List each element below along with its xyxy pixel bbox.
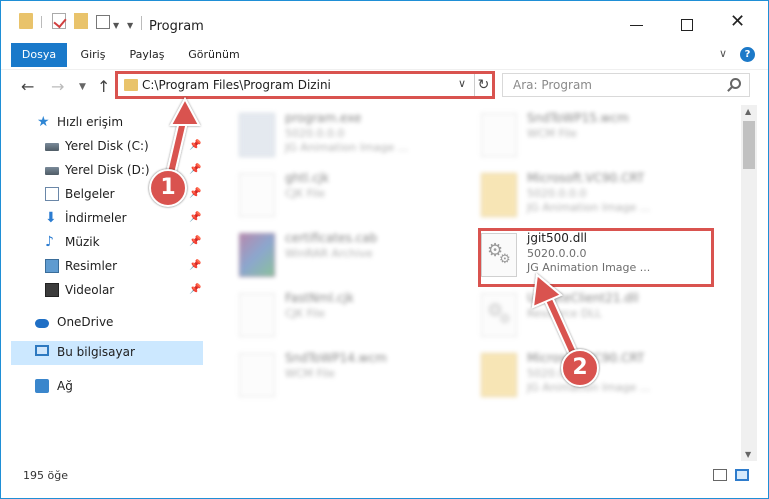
vertical-scrollbar[interactable]: ▲ ▼ xyxy=(741,105,757,461)
search-input[interactable]: Ara: Program xyxy=(502,73,750,97)
folder-icon[interactable] xyxy=(19,13,33,29)
window-title: Program xyxy=(149,19,204,34)
pin-icon[interactable]: 📌 xyxy=(189,284,201,295)
search-placeholder: Ara: Program xyxy=(513,78,592,92)
status-bar: 195 öğe xyxy=(1,463,768,491)
network-icon xyxy=(35,379,49,393)
sidebar-item-music[interactable]: ♪ Müzik 📌 xyxy=(11,231,203,255)
list-item[interactable]: SndToWP14.wcm WCM File xyxy=(231,347,471,405)
chevron-down-icon[interactable]: ▼ xyxy=(113,21,119,39)
drive-icon xyxy=(45,143,59,151)
videos-icon xyxy=(45,283,59,297)
close-button[interactable]: ✕ xyxy=(730,13,745,31)
file-highlight-box xyxy=(478,228,714,287)
pin-icon[interactable]: 📌 xyxy=(189,164,201,175)
pin-icon[interactable]: 📌 xyxy=(189,140,201,151)
list-item[interactable]: SndToWP15.wcm WCM File xyxy=(473,107,713,165)
help-button[interactable]: ? xyxy=(740,47,755,62)
details-view-icon[interactable] xyxy=(713,469,727,481)
customize-toolbar-icon[interactable]: ▼ xyxy=(127,21,133,39)
winrar-icon xyxy=(239,233,275,277)
expand-ribbon-icon[interactable]: ∨ xyxy=(719,47,727,60)
address-path[interactable]: C:\Program Files\Program Dizini xyxy=(142,78,331,92)
computer-icon xyxy=(35,345,49,356)
pin-icon[interactable]: 📌 xyxy=(189,212,201,223)
list-item[interactable]: UpdateClient21.dll Resource DLL xyxy=(473,287,713,345)
explorer-window: ▼ ▼ Program ✕ Dosya Giriş Paylaş Görünüm… xyxy=(0,0,769,499)
properties-check-icon[interactable] xyxy=(52,13,66,29)
sidebar-item-onedrive[interactable]: OneDrive xyxy=(11,311,203,335)
new-folder-icon[interactable] xyxy=(74,13,88,29)
forward-arrow-icon[interactable]: → xyxy=(51,77,64,96)
rename-icon[interactable] xyxy=(96,15,110,29)
dll-icon xyxy=(481,293,517,337)
sidebar-item-videos[interactable]: Videolar 📌 xyxy=(11,279,203,303)
ribbon-tabs: Dosya Giriş Paylaş Görünüm xyxy=(1,43,768,67)
search-icon[interactable] xyxy=(730,78,741,89)
scroll-thumb[interactable] xyxy=(743,121,755,169)
recent-locations-icon[interactable]: ▼ xyxy=(79,82,86,92)
pin-icon[interactable]: 📌 xyxy=(189,188,201,199)
drive-icon xyxy=(45,167,59,175)
file-icon xyxy=(239,353,275,397)
documents-icon xyxy=(45,187,59,201)
large-icons-view-icon[interactable] xyxy=(735,469,749,481)
scroll-down-icon[interactable]: ▼ xyxy=(745,450,751,459)
download-icon: ⬇ xyxy=(45,210,57,226)
sidebar-item-downloads[interactable]: ⬇ İndirmeler 📌 xyxy=(11,207,203,231)
step-badge-1: 1 xyxy=(149,169,187,207)
music-icon: ♪ xyxy=(45,234,54,250)
back-arrow-icon[interactable]: ← xyxy=(21,77,34,96)
sidebar-item-network[interactable]: Ağ xyxy=(11,375,203,399)
sidebar-item-quick-access[interactable]: ★ Hızlı erişim xyxy=(11,111,203,135)
scroll-up-icon[interactable]: ▲ xyxy=(745,107,751,116)
sidebar-item-local-disk-c[interactable]: Yerel Disk (C:) 📌 xyxy=(11,135,203,159)
file-icon xyxy=(481,113,517,157)
refresh-icon[interactable]: ↻ xyxy=(474,74,492,96)
maximize-button[interactable] xyxy=(681,19,693,31)
list-item[interactable]: program.exe 5020.0.0.0 JG Animation Imag… xyxy=(231,107,471,165)
tab-view[interactable]: Görünüm xyxy=(183,43,245,67)
sidebar-item-pictures[interactable]: Resimler 📌 xyxy=(11,255,203,279)
list-item[interactable]: FastNml.cjk CJK File xyxy=(231,287,471,345)
pin-icon[interactable]: 📌 xyxy=(189,260,201,271)
star-icon: ★ xyxy=(37,114,50,130)
folder-icon xyxy=(481,353,517,397)
up-arrow-icon[interactable]: ↑ xyxy=(97,77,110,96)
pictures-icon xyxy=(45,259,59,273)
list-item[interactable]: certificates.cab WinRAR Archive xyxy=(231,227,471,285)
exe-icon xyxy=(239,113,275,157)
divider xyxy=(41,16,42,28)
tab-share[interactable]: Paylaş xyxy=(125,43,169,67)
address-bar[interactable]: C:\Program Files\Program Dizini ∨ ↻ xyxy=(115,71,495,99)
sidebar-item-this-pc[interactable]: Bu bilgisayar xyxy=(11,341,203,365)
list-item[interactable]: Microsoft.VC90.CRT 5020.0.0.0 JG Animati… xyxy=(473,167,713,225)
cloud-icon xyxy=(35,319,49,328)
folder-icon xyxy=(124,79,138,91)
tab-home[interactable]: Giriş xyxy=(73,43,113,67)
chevron-down-icon[interactable]: ∨ xyxy=(458,77,466,90)
tab-file[interactable]: Dosya xyxy=(11,43,67,67)
file-icon xyxy=(239,173,275,217)
minimize-button[interactable] xyxy=(630,17,644,31)
folder-icon xyxy=(481,173,517,217)
step-badge-2: 2 xyxy=(561,349,599,387)
item-count: 195 öğe xyxy=(23,469,68,482)
title-bar: ▼ ▼ Program ✕ xyxy=(1,1,768,39)
file-icon xyxy=(239,293,275,337)
pin-icon[interactable]: 📌 xyxy=(189,236,201,247)
divider xyxy=(141,16,142,30)
list-item[interactable]: ghtl.cjk CJK File xyxy=(231,167,471,225)
navigation-pane: ★ Hızlı erişim Yerel Disk (C:) 📌 Yerel D… xyxy=(1,105,211,461)
